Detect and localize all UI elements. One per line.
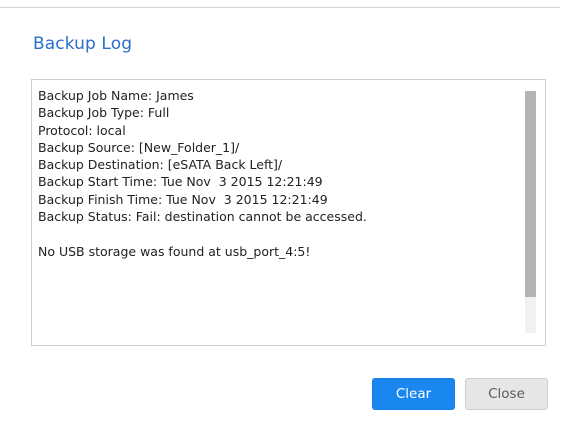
log-textarea[interactable]: Backup Job Name: James Backup Job Type: …: [31, 79, 546, 346]
log-content: Backup Job Name: James Backup Job Type: …: [38, 87, 518, 260]
log-line: Protocol: local: [38, 122, 126, 138]
log-line: Backup Finish Time: Tue Nov 3 2015 12:21…: [38, 191, 328, 207]
log-line: Backup Source: [New_Folder_1]/: [38, 139, 240, 155]
backup-log-dialog: Backup Log Backup Job Name: James Backup…: [0, 0, 572, 442]
scrollbar-thumb[interactable]: [525, 91, 536, 297]
header-divider: [0, 7, 560, 8]
log-line: Backup Job Type: Full: [38, 105, 170, 121]
log-line: Backup Start Time: Tue Nov 3 2015 12:21:…: [38, 174, 323, 190]
log-line: Backup Job Name: James: [38, 88, 194, 103]
log-line: Backup Status: Fail: destination cannot …: [38, 209, 367, 225]
close-button[interactable]: Close: [465, 378, 548, 410]
clear-button[interactable]: Clear: [372, 378, 455, 410]
log-line: Backup Destination: [eSATA Back Left]/: [38, 157, 283, 173]
log-line: No USB storage was found at usb_port_4:5…: [38, 243, 311, 259]
vertical-scrollbar[interactable]: [525, 91, 536, 333]
dialog-title: Backup Log: [33, 34, 133, 54]
